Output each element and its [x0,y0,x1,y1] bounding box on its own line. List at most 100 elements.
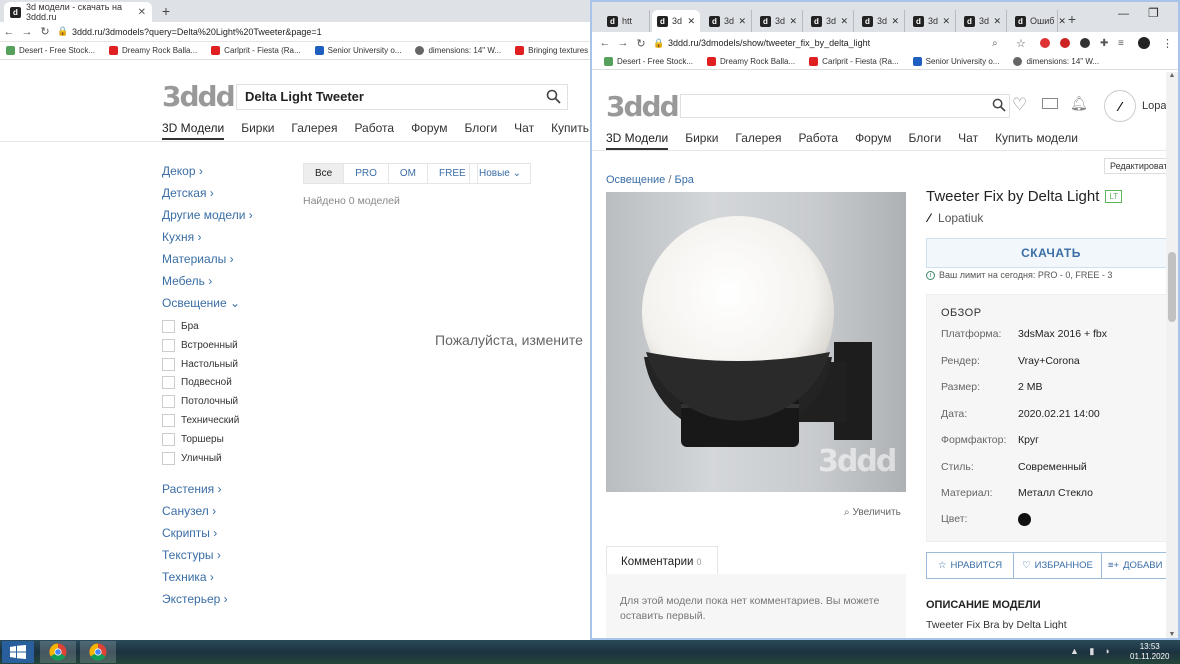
chrome-taskbar-button[interactable] [40,641,76,663]
author-link[interactable]: ⁄ Lopatiuk [928,211,983,225]
nav-work[interactable]: Работа [354,121,394,140]
zoom-button[interactable]: ⌕ Увеличить [844,507,901,518]
checkbox-ceiling[interactable]: Потолочный [162,395,238,408]
checkbox[interactable] [162,358,175,371]
category-plants[interactable]: Растения › [162,482,222,496]
bookmark-item[interactable]: Desert - Free Stock... [604,57,693,66]
heart-icon[interactable]: ♡ [1012,95,1027,115]
checkbox-sconce[interactable]: Бра [162,320,199,333]
nav-tags[interactable]: Бирки [685,131,718,150]
bookmark-item[interactable]: dimensions: 14" W... [1013,57,1099,66]
media-icon[interactable]: ≡ [1118,38,1124,49]
new-tab-button[interactable]: + [158,4,174,20]
start-button[interactable] [2,641,34,663]
chrome-taskbar-button[interactable] [80,641,116,663]
category-appliances[interactable]: Техника › [162,570,214,584]
clock[interactable]: 13:53 01.11.2020 [1130,642,1169,662]
category-other[interactable]: Другие модели › [162,208,253,222]
bookmark-item[interactable]: Desert - Free Stock... [6,46,95,55]
close-tab-icon[interactable]: ✕ [891,16,899,27]
close-tab-icon[interactable]: ✕ [738,16,746,27]
nav-chat[interactable]: Чат [514,121,534,140]
breadcrumb-lighting[interactable]: Освещение [606,174,665,186]
checkbox[interactable] [162,452,175,465]
url-field[interactable]: 3ddd.ru/3dmodels/show/tweeter_fix_by_del… [668,38,870,48]
site-logo[interactable]: 3ddd [162,80,236,113]
menu-dots-icon[interactable]: ⋮ [1162,37,1173,50]
checkbox-outdoor[interactable]: Уличный [162,452,222,465]
like-button[interactable]: ☆ НРАВИТСЯ [926,552,1014,579]
category-kitchen[interactable]: Кухня › [162,230,201,244]
browser-tab[interactable]: d htt [602,10,650,32]
reload-icon[interactable]: ↻ [36,25,54,38]
close-tab-icon[interactable]: ✕ [138,7,146,18]
nav-gallery[interactable]: Галерея [291,121,337,140]
new-tab-button[interactable]: + [1064,12,1080,28]
bookmark-item[interactable]: Senior University o... [314,46,401,55]
site-logo[interactable]: 3ddd [606,90,680,123]
browser-tab[interactable]: d 3d ✕ [857,10,905,32]
category-scripts[interactable]: Скрипты › [162,526,217,540]
bookmark-item[interactable]: Dreamy Rock Balla... [707,57,795,66]
extension-icon[interactable] [1080,38,1090,48]
filter-pro[interactable]: PRO [343,164,388,183]
minimize-icon[interactable]: — [1118,8,1129,20]
category-furniture[interactable]: Мебель › [162,274,212,288]
extension-icon[interactable] [1060,38,1070,48]
url-field[interactable]: 3ddd.ru/3dmodels?query=Delta%20Light%20T… [72,27,322,37]
nav-buy-models[interactable]: Купить модели [551,121,592,140]
forward-icon[interactable]: → [18,26,36,38]
extension-icon[interactable] [1040,38,1050,48]
back-icon[interactable]: ← [596,37,614,49]
favorite-button[interactable]: ♡ ИЗБРАННОЕ [1014,552,1102,579]
checkbox-floor[interactable]: Торшеры [162,433,224,446]
back-icon[interactable]: ← [0,26,18,38]
mail-icon[interactable] [1042,98,1058,109]
profile-avatar-icon[interactable] [1138,37,1150,49]
category-kids[interactable]: Детская › [162,186,214,200]
checkbox[interactable] [162,414,175,427]
category-bathroom[interactable]: Санузел › [162,504,216,518]
tab-3ddd-search[interactable]: d 3d модели - скачать на 3ddd.ru ✕ [4,2,152,22]
breadcrumb-sconce[interactable]: Бра [674,174,693,186]
checkbox-pendant[interactable]: Подвесной [162,376,232,389]
add-to-collection-button[interactable]: ≡+ ДОБАВИ [1102,552,1176,579]
tray-icons[interactable]: ▲ ▮ ◗ [1070,646,1114,657]
nav-blogs[interactable]: Блоги [909,131,942,150]
category-decor[interactable]: Декор › [162,164,203,178]
nav-blogs[interactable]: Блоги [465,121,498,140]
search-icon[interactable] [546,89,561,104]
filter-om[interactable]: OM [387,164,427,183]
avatar[interactable]: ⁄ [1104,90,1136,122]
user-name[interactable]: Lopa [1142,100,1166,112]
nav-3d-models[interactable]: 3D Модели [606,131,669,150]
scrollbar[interactable]: ▲ ▼ [1166,72,1178,638]
category-materials[interactable]: Материалы › [162,252,234,266]
browser-tab[interactable]: d 3d ✕ [806,10,854,32]
extensions-puzzle-icon[interactable]: ✚ [1100,38,1108,49]
close-tab-icon[interactable]: ✕ [840,16,848,27]
comments-tab[interactable]: Комментарии 0 [606,546,718,576]
browser-tab[interactable]: d Ошиб ✕ [1010,10,1066,32]
close-tab-icon[interactable]: ✕ [789,16,797,27]
bookmark-item[interactable]: Dreamy Rock Balla... [109,46,197,55]
checkbox-technical[interactable]: Технический [162,414,239,427]
nav-tags[interactable]: Бирки [241,121,274,140]
bookmark-item[interactable]: Bringing textures in... [515,46,592,55]
checkbox-table[interactable]: Настольный [162,358,238,371]
checkbox[interactable] [162,320,175,333]
nav-buy-models[interactable]: Купить модели [995,131,1078,150]
scroll-up-icon[interactable]: ▲ [1166,72,1178,79]
close-tab-icon[interactable]: ✕ [942,16,950,27]
close-tab-icon[interactable]: ✕ [687,16,695,27]
checkbox-built-in[interactable]: Встроенный [162,339,238,352]
search-input[interactable] [680,94,1010,118]
browser-tab[interactable]: d 3d ✕ [755,10,803,32]
bookmark-item[interactable]: Carlprit - Fiesta (Ra... [809,57,899,66]
bookmark-item[interactable]: dimensions: 14" W... [415,46,501,55]
close-tab-icon[interactable]: ✕ [993,16,1001,27]
nav-forum[interactable]: Форум [855,131,891,150]
nav-work[interactable]: Работа [798,131,838,150]
filter-all[interactable]: Все [304,164,344,183]
nav-forum[interactable]: Форум [411,121,447,140]
